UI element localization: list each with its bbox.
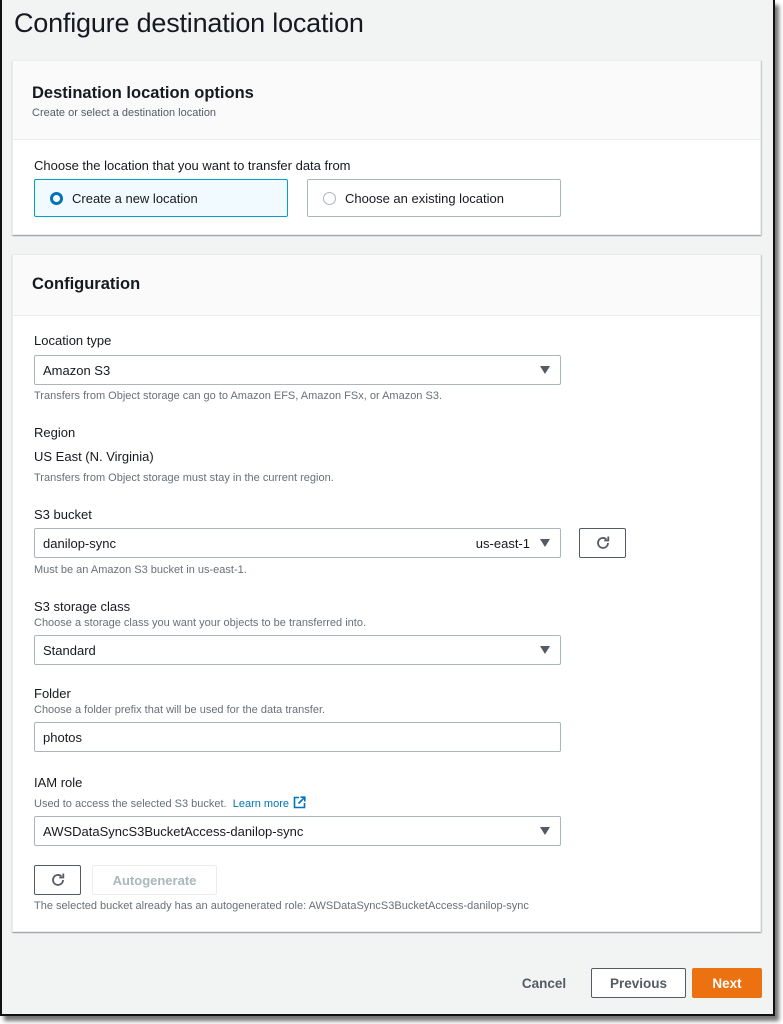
folder-label: Folder bbox=[34, 686, 71, 701]
refresh-buckets-button[interactable] bbox=[579, 528, 626, 558]
configuration-panel: Configuration Location type Amazon S3 Tr… bbox=[12, 254, 761, 932]
region-hint: Transfers from Object storage must stay … bbox=[34, 472, 334, 484]
radio-label: Create a new location bbox=[72, 190, 198, 206]
radio-selected-icon bbox=[50, 191, 63, 205]
select-value: Standard bbox=[43, 642, 96, 658]
iam-role-label: IAM role bbox=[34, 775, 83, 790]
region-label: Region bbox=[34, 425, 76, 440]
panel-title: Destination location options bbox=[32, 84, 254, 102]
storage-class-description: Choose a storage class you want your obj… bbox=[34, 617, 367, 629]
refresh-roles-button[interactable] bbox=[34, 865, 81, 895]
panel-header: Destination location options Create or s… bbox=[13, 61, 760, 140]
learn-more-text: Learn more bbox=[232, 798, 289, 810]
caret-down-icon bbox=[540, 827, 550, 835]
refresh-icon bbox=[596, 536, 609, 549]
location-type-label: Location type bbox=[34, 333, 112, 348]
autogenerate-button[interactable]: Autogenerate bbox=[92, 865, 217, 895]
destination-options-panel: Destination location options Create or s… bbox=[12, 60, 761, 235]
location-type-hint: Transfers from Object storage can go to … bbox=[34, 390, 442, 402]
radio-label: Choose an existing location bbox=[345, 190, 504, 206]
select-value: Amazon S3 bbox=[43, 362, 111, 378]
bucket-region-tag: us-east-1 bbox=[475, 535, 530, 551]
next-button[interactable]: Next bbox=[692, 968, 762, 998]
page-frame: Configure destination location Destinati… bbox=[0, 0, 775, 1016]
storage-class-select[interactable]: Standard bbox=[34, 635, 561, 665]
s3-bucket-hint: Must be an Amazon S3 bucket in us-east-1… bbox=[34, 564, 247, 576]
iam-role-description: Used to access the selected S3 bucket. L… bbox=[34, 796, 306, 810]
panel-title: Configuration bbox=[32, 275, 141, 293]
select-value: AWSDataSyncS3BucketAccess-danilop-sync bbox=[43, 823, 304, 839]
radio-choose-existing-location[interactable]: Choose an existing location bbox=[307, 179, 561, 217]
iam-role-hint: The selected bucket already has an autog… bbox=[34, 900, 529, 912]
iam-role-select[interactable]: AWSDataSyncS3BucketAccess-danilop-sync bbox=[34, 816, 561, 846]
radio-create-new-location[interactable]: Create a new location bbox=[34, 179, 288, 217]
caret-down-icon bbox=[540, 646, 550, 654]
location-type-select[interactable]: Amazon S3 bbox=[34, 355, 561, 385]
s3-bucket-label: S3 bucket bbox=[34, 507, 92, 522]
caret-down-icon bbox=[540, 366, 550, 374]
radio-unselected-icon bbox=[323, 191, 336, 205]
region-value: US East (N. Virginia) bbox=[34, 449, 154, 464]
cancel-button[interactable]: Cancel bbox=[508, 968, 580, 998]
previous-button[interactable]: Previous bbox=[591, 968, 686, 998]
input-value: photos bbox=[43, 729, 83, 745]
location-choice-label: Choose the location that you want to tra… bbox=[34, 158, 351, 173]
folder-description: Choose a folder prefix that will be used… bbox=[34, 704, 326, 716]
s3-bucket-select[interactable]: danilop-sync us-east-1 bbox=[34, 528, 561, 558]
panel-header: Configuration bbox=[13, 255, 760, 316]
refresh-icon bbox=[51, 873, 64, 886]
iam-role-description-text: Used to access the selected S3 bucket. bbox=[34, 798, 227, 810]
learn-more-link[interactable]: Learn more bbox=[232, 796, 306, 810]
folder-input[interactable]: photos bbox=[34, 722, 561, 752]
caret-down-icon bbox=[540, 539, 550, 547]
external-link-icon bbox=[293, 796, 306, 809]
storage-class-label: S3 storage class bbox=[34, 599, 131, 614]
select-value: danilop-sync bbox=[43, 535, 116, 551]
page-title: Configure destination location bbox=[14, 8, 364, 38]
panel-description: Create or select a destination location bbox=[32, 107, 217, 119]
